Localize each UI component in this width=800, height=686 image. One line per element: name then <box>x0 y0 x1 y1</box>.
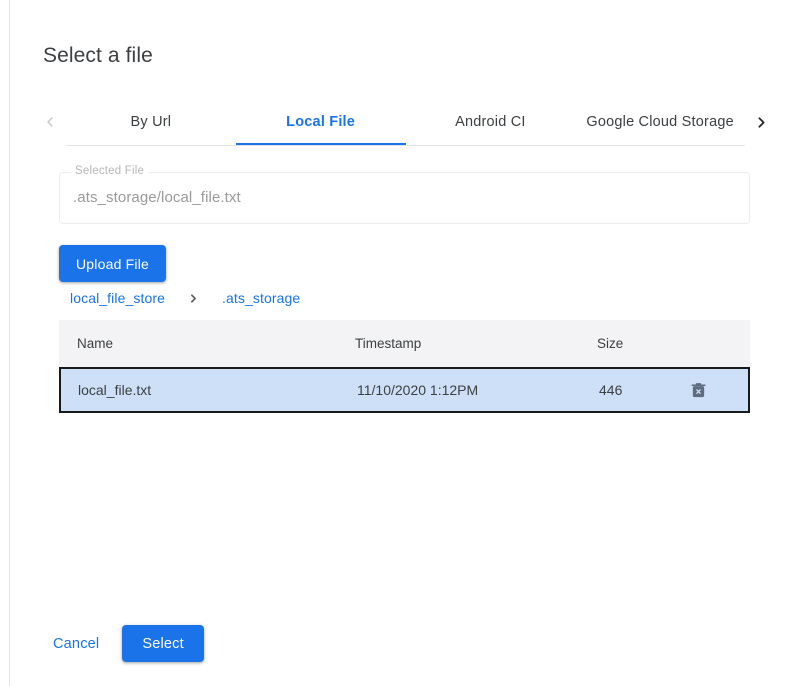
upload-file-button[interactable]: Upload File <box>59 245 166 282</box>
tab-label: Google Cloud Storage <box>586 114 734 130</box>
select-file-dialog: Select a file By Url Local File Android … <box>9 0 800 686</box>
tab-google-cloud-storage[interactable]: Google Cloud Storage <box>575 98 745 146</box>
breadcrumb-item-ats-storage[interactable]: .ats_storage <box>222 290 300 306</box>
delete-trash-icon[interactable] <box>689 380 708 400</box>
column-header-name: Name <box>59 336 355 351</box>
chevron-right-icon <box>187 292 200 305</box>
tab-scroll-left-button[interactable] <box>34 98 66 146</box>
dialog-footer: Cancel Select <box>43 625 204 662</box>
table-row[interactable]: local_file.txt 11/10/2020 1:12PM 446 <box>59 367 750 413</box>
tab-label: By Url <box>131 114 172 130</box>
chevron-left-icon <box>42 114 58 130</box>
selected-file-label: Selected File <box>71 165 148 177</box>
selected-file-input[interactable]: .ats_storage/local_file.txt <box>73 189 241 206</box>
cell-size: 446 <box>599 382 689 398</box>
chevron-right-icon <box>753 114 770 131</box>
page-title: Select a file <box>43 44 153 68</box>
column-header-timestamp: Timestamp <box>355 336 597 351</box>
table-header-row: Name Timestamp Size <box>59 320 750 367</box>
cancel-button[interactable]: Cancel <box>43 628 109 660</box>
column-header-size: Size <box>597 336 687 351</box>
selected-file-field[interactable]: Selected File .ats_storage/local_file.tx… <box>59 172 750 224</box>
file-table: Name Timestamp Size local_file.txt 11/10… <box>59 320 750 413</box>
tab-list: By Url Local File Android CI Google Clou… <box>66 98 745 146</box>
tab-by-url[interactable]: By Url <box>66 98 236 146</box>
cell-actions <box>689 380 748 400</box>
tab-label: Android CI <box>455 114 526 130</box>
select-button[interactable]: Select <box>122 625 204 662</box>
tab-bar: By Url Local File Android CI Google Clou… <box>34 98 777 146</box>
breadcrumb-item-local-file-store[interactable]: local_file_store <box>70 290 165 306</box>
tab-android-ci[interactable]: Android CI <box>406 98 576 146</box>
cell-file-name: local_file.txt <box>61 382 357 398</box>
tab-local-file[interactable]: Local File <box>236 98 406 146</box>
breadcrumb: local_file_store .ats_storage <box>70 290 300 306</box>
cell-timestamp: 11/10/2020 1:12PM <box>357 382 599 398</box>
tab-scroll-right-button[interactable] <box>745 98 777 146</box>
tab-label: Local File <box>286 114 355 130</box>
